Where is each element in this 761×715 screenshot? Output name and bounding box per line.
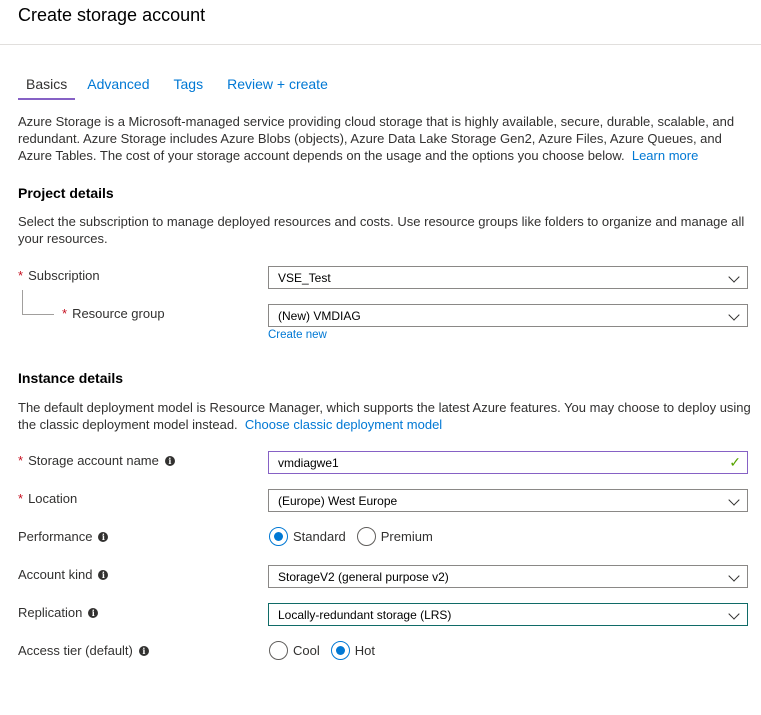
performance-premium-label: Premium xyxy=(380,529,433,544)
replication-label: Replication i xyxy=(18,605,99,620)
info-icon[interactable]: i xyxy=(98,531,109,542)
subscription-value: VSE_Test xyxy=(278,270,331,285)
subscription-label: * Subscription xyxy=(18,268,100,283)
info-icon[interactable]: i xyxy=(98,569,109,580)
access-tier-cool-option[interactable]: Cool xyxy=(269,641,320,660)
replication-dropdown[interactable]: Locally-redundant storage (LRS) xyxy=(268,603,748,626)
required-marker: * xyxy=(18,268,24,283)
storage-name-value: vmdiagwe1 xyxy=(278,455,339,470)
performance-standard-option[interactable]: Standard xyxy=(269,527,346,546)
intro-text: Azure Storage is a Microsoft-managed ser… xyxy=(18,114,735,163)
tab-basics[interactable]: Basics xyxy=(18,76,76,100)
chevron-down-icon xyxy=(728,494,740,506)
info-icon[interactable]: i xyxy=(138,645,149,656)
replication-value: Locally-redundant storage (LRS) xyxy=(278,607,452,622)
location-dropdown[interactable]: (Europe) West Europe xyxy=(268,489,748,512)
storage-account-name-input[interactable]: vmdiagwe1 ✓ xyxy=(268,451,748,474)
account-kind-label-text: Account kind xyxy=(18,567,93,582)
resource-group-dropdown[interactable]: (New) VMDIAG xyxy=(268,304,748,327)
chevron-down-icon xyxy=(728,271,740,283)
project-description: Select the subscription to manage deploy… xyxy=(18,214,745,246)
performance-standard-label: Standard xyxy=(293,529,346,544)
radio-button[interactable] xyxy=(356,527,376,546)
resource-group-label: * Resource group xyxy=(62,306,165,321)
info-icon[interactable]: i xyxy=(164,455,175,466)
tab-review-create[interactable]: Review + create xyxy=(225,76,330,100)
tab-tags[interactable]: Tags xyxy=(172,76,206,100)
location-label-text: Location xyxy=(28,491,78,506)
tree-connector-vertical xyxy=(22,290,23,314)
storage-name-label: * Storage account name i xyxy=(18,453,175,468)
access-tier-hot-option[interactable]: Hot xyxy=(330,641,375,660)
storage-name-label-text: Storage account name xyxy=(28,453,159,468)
tab-bar: Basics Advanced Tags Review + create xyxy=(18,76,350,100)
classic-deployment-link[interactable]: Choose classic deployment model xyxy=(245,417,442,432)
tab-advanced[interactable]: Advanced xyxy=(85,76,151,100)
radio-button-selected[interactable] xyxy=(330,641,350,660)
required-marker: * xyxy=(62,306,68,321)
access-tier-hot-label: Hot xyxy=(354,643,375,658)
tree-connector-horizontal xyxy=(22,314,54,315)
access-tier-label-text: Access tier (default) xyxy=(18,643,133,658)
instance-description: The default deployment model is Resource… xyxy=(18,399,753,433)
access-tier-radio-group: Cool Hot xyxy=(269,641,386,660)
subscription-label-text: Subscription xyxy=(28,268,100,283)
subscription-dropdown[interactable]: VSE_Test xyxy=(268,266,748,289)
page-title: Create storage account xyxy=(18,5,206,25)
replication-label-text: Replication xyxy=(18,605,83,620)
resource-group-value: (New) VMDIAG xyxy=(278,308,361,323)
chevron-down-icon xyxy=(728,309,740,321)
create-new-link[interactable]: Create new xyxy=(268,329,327,341)
checkmark-icon: ✓ xyxy=(729,454,741,470)
resource-group-label-text: Resource group xyxy=(72,306,165,321)
chevron-down-icon xyxy=(728,570,740,582)
access-tier-label: Access tier (default) i xyxy=(18,643,149,658)
account-kind-label: Account kind i xyxy=(18,567,109,582)
radio-button-selected[interactable] xyxy=(269,527,288,546)
intro-paragraph: Azure Storage is a Microsoft-managed ser… xyxy=(18,113,753,164)
learn-more-link[interactable]: Learn more xyxy=(632,148,698,163)
title-divider xyxy=(0,44,761,45)
location-label: * Location xyxy=(18,491,77,506)
performance-label-text: Performance xyxy=(18,529,93,544)
performance-premium-option[interactable]: Premium xyxy=(356,527,433,546)
chevron-down-icon xyxy=(728,608,740,620)
required-marker: * xyxy=(18,453,24,468)
account-kind-dropdown[interactable]: StorageV2 (general purpose v2) xyxy=(268,565,748,588)
location-value: (Europe) West Europe xyxy=(278,493,398,508)
required-marker: * xyxy=(18,491,24,506)
project-details-heading: Project details xyxy=(18,185,114,201)
performance-label: Performance i xyxy=(18,529,109,544)
instance-details-heading: Instance details xyxy=(18,370,124,386)
account-kind-value: StorageV2 (general purpose v2) xyxy=(278,569,449,584)
access-tier-cool-label: Cool xyxy=(293,643,320,658)
performance-radio-group: Standard Premium xyxy=(269,527,444,546)
radio-button[interactable] xyxy=(269,641,288,660)
info-icon[interactable]: i xyxy=(88,607,99,618)
